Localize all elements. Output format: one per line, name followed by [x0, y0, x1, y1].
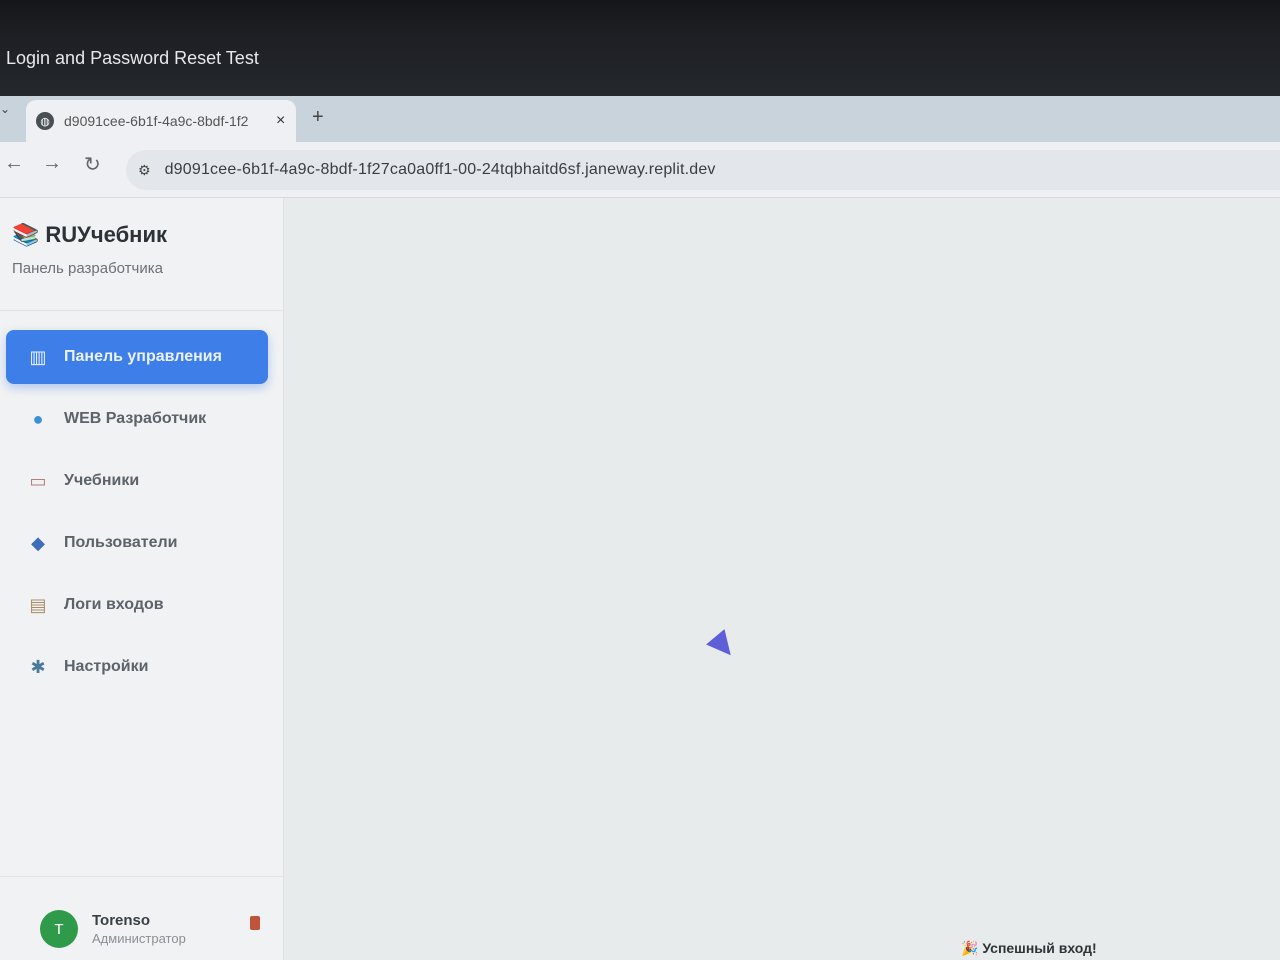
- sidebar-item-label: Учебники: [64, 472, 140, 489]
- url-text[interactable]: d9091cee-6b1f-4a9c-8bdf-1f27ca0a0ff1-00-…: [165, 161, 716, 179]
- globe-icon: ●: [32, 408, 44, 429]
- gear-icon: ✱: [30, 656, 46, 677]
- forward-arrow-icon[interactable]: →: [42, 152, 62, 175]
- book-icon: ▭: [29, 470, 47, 491]
- users-icon: ◆: [31, 532, 45, 553]
- sidebar-item-label: WEB Разработчик: [64, 410, 207, 427]
- divider: [0, 876, 284, 877]
- sidebar-item-label: Пользователи: [64, 534, 178, 551]
- window-titlebar: Login and Password Reset Test: [0, 0, 1280, 98]
- sidebar-item-label: Настройки: [64, 658, 149, 675]
- sidebar-item-label: Панель управления: [64, 348, 222, 365]
- brand: 📚 RUУчебник: [12, 222, 167, 248]
- sidebar-item-textbooks[interactable]: ▭ Учебники: [6, 454, 268, 508]
- bar-chart-icon: ▥: [29, 346, 47, 367]
- back-arrow-icon[interactable]: ←: [4, 152, 24, 175]
- site-settings-icon[interactable]: ⚙: [138, 162, 151, 179]
- logout-icon[interactable]: [250, 916, 260, 930]
- sidebar-item-settings[interactable]: ✱ Настройки: [6, 640, 268, 694]
- tab-strip: ⌄ ◍ d9091cee-6b1f-4a9c-8bdf-1f2 × +: [0, 96, 1280, 142]
- sidebar-item-users[interactable]: ◆ Пользователи: [6, 516, 268, 570]
- user-name: Torenso: [92, 912, 151, 929]
- sidebar-nav: ▥ Панель управления ● WEB Разработчик ▭ …: [6, 330, 268, 702]
- browser-tab[interactable]: ◍ d9091cee-6b1f-4a9c-8bdf-1f2 ×: [26, 100, 296, 142]
- avatar: T: [40, 910, 78, 948]
- close-tab-icon[interactable]: ×: [276, 112, 285, 130]
- tab-title: d9091cee-6b1f-4a9c-8bdf-1f2: [64, 113, 249, 129]
- sidebar-item-web-developer[interactable]: ● WEB Разработчик: [6, 392, 268, 446]
- sidebar: 📚 RUУчебник Панель разработчика ▥ Панель…: [0, 198, 284, 960]
- globe-icon: ◍: [36, 112, 54, 130]
- user-info: Torenso Администратор: [92, 912, 186, 946]
- user-role: Администратор: [92, 931, 186, 946]
- main-content: 🎉 Успешный вход!: [285, 198, 1280, 960]
- address-bar-row: ← → ↻ ⚙ d9091cee-6b1f-4a9c-8bdf-1f27ca0a…: [0, 142, 1280, 198]
- mouse-cursor-icon: [706, 629, 740, 663]
- clipboard-icon: ▤: [29, 594, 47, 615]
- success-toast: 🎉 Успешный вход!: [961, 940, 1097, 957]
- sidebar-item-dashboard[interactable]: ▥ Панель управления: [6, 330, 268, 384]
- new-tab-button[interactable]: +: [312, 106, 324, 129]
- reload-icon[interactable]: ↻: [84, 152, 101, 177]
- party-icon: 🎉: [961, 940, 979, 956]
- books-logo-icon: 📚: [12, 222, 40, 247]
- toast-text: Успешный вход!: [982, 940, 1097, 956]
- sidebar-item-login-logs[interactable]: ▤ Логи входов: [6, 578, 268, 632]
- sidebar-item-label: Логи входов: [64, 596, 164, 613]
- tab-list-chevron-icon[interactable]: ⌄: [0, 102, 14, 126]
- brand-subtitle: Панель разработчика: [12, 260, 163, 277]
- address-bar[interactable]: ⚙ d9091cee-6b1f-4a9c-8bdf-1f27ca0a0ff1-0…: [126, 150, 1280, 190]
- divider: [0, 310, 284, 311]
- brand-name: RUУчебник: [45, 222, 167, 247]
- window-title: Login and Password Reset Test: [6, 48, 259, 68]
- user-profile[interactable]: T Torenso Администратор: [40, 910, 186, 948]
